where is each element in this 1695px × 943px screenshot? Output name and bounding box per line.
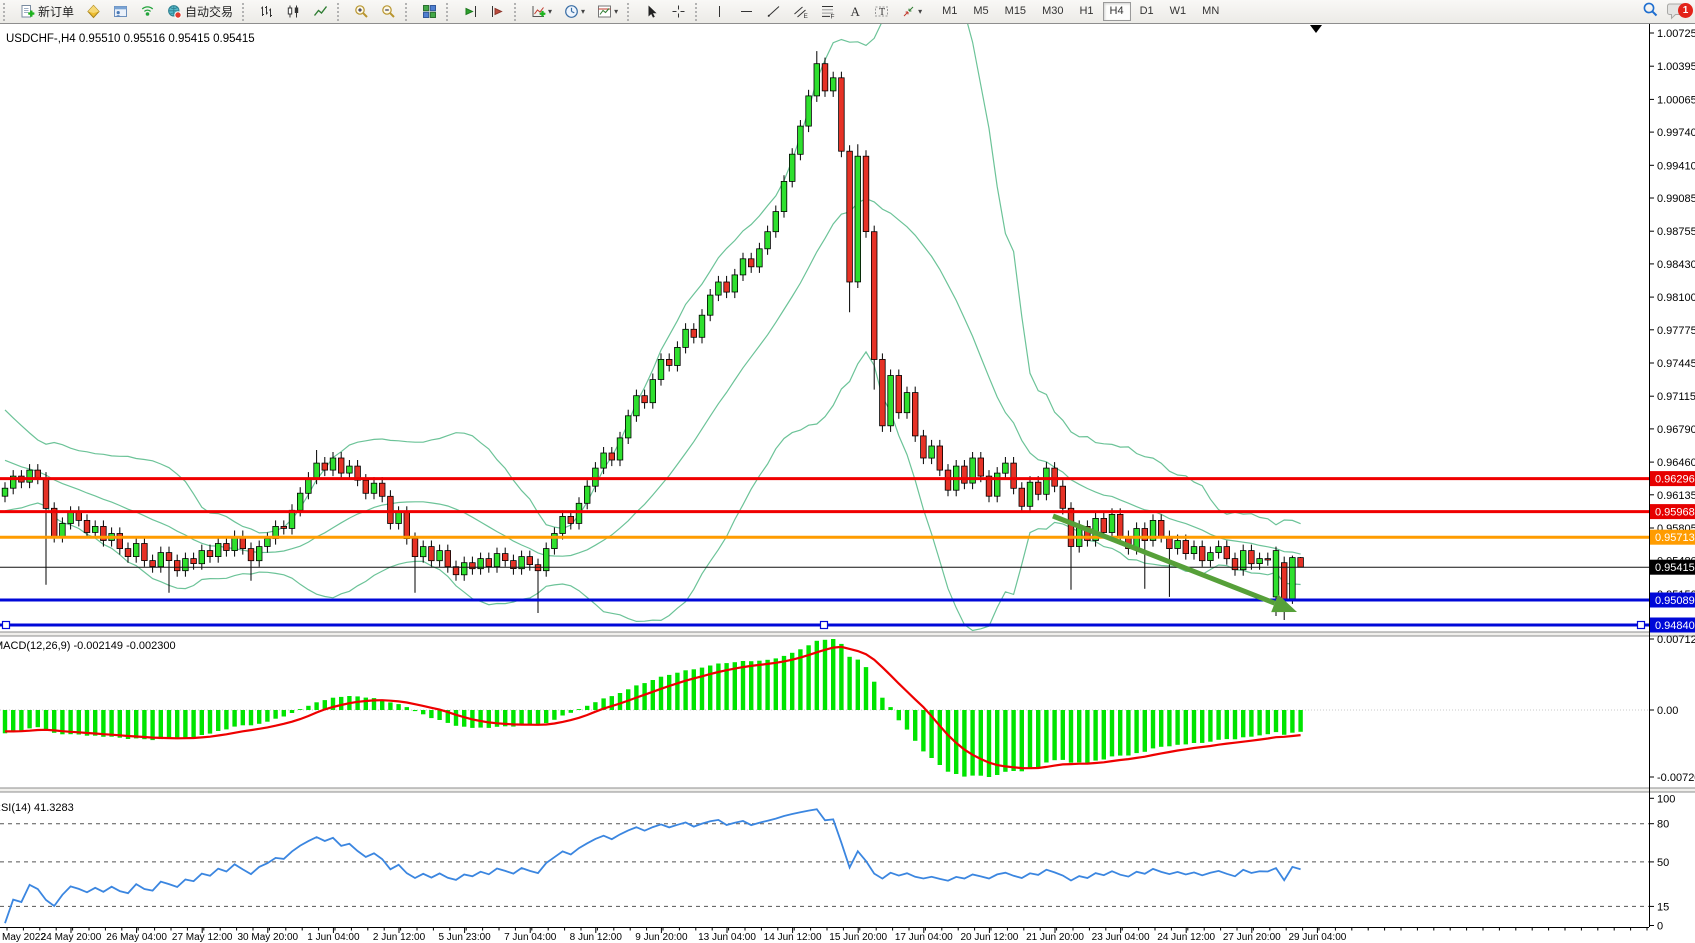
svg-text:0.96790: 0.96790 bbox=[1657, 424, 1695, 436]
svg-text:0.94840: 0.94840 bbox=[1655, 620, 1695, 632]
svg-text:5 Jun 23:00: 5 Jun 23:00 bbox=[438, 932, 491, 943]
svg-text:0.98100: 0.98100 bbox=[1657, 292, 1695, 304]
svg-text:May 2022: May 2022 bbox=[2, 932, 46, 943]
svg-text:0.97115: 0.97115 bbox=[1657, 391, 1695, 403]
svg-text:100: 100 bbox=[1657, 793, 1675, 805]
svg-text:0.96135: 0.96135 bbox=[1657, 490, 1695, 502]
svg-text:0.98430: 0.98430 bbox=[1657, 259, 1695, 271]
svg-text:0.95968: 0.95968 bbox=[1655, 507, 1695, 519]
svg-text:26 May 04:00: 26 May 04:00 bbox=[106, 932, 167, 943]
svg-text:80: 80 bbox=[1657, 819, 1669, 831]
chart-title: USDCHF-,H4 0.95510 0.95516 0.95415 0.954… bbox=[6, 33, 255, 45]
svg-text:23 Jun 04:00: 23 Jun 04:00 bbox=[1092, 932, 1150, 943]
svg-text:24 Jun 12:00: 24 Jun 12:00 bbox=[1157, 932, 1215, 943]
svg-text:24 May 20:00: 24 May 20:00 bbox=[41, 932, 102, 943]
line-selection-handle bbox=[1638, 622, 1645, 629]
svg-text:27 Jun 20:00: 27 Jun 20:00 bbox=[1223, 932, 1281, 943]
svg-text:0: 0 bbox=[1657, 921, 1663, 933]
line-selection-handle bbox=[3, 622, 10, 629]
svg-text:1.00065: 1.00065 bbox=[1657, 94, 1695, 106]
svg-text:15: 15 bbox=[1657, 901, 1669, 913]
svg-text:8 Jun 12:00: 8 Jun 12:00 bbox=[570, 932, 623, 943]
svg-text:0.00: 0.00 bbox=[1657, 705, 1678, 717]
svg-text:21 Jun 20:00: 21 Jun 20:00 bbox=[1026, 932, 1084, 943]
macd-label: MACD(12,26,9) -0.002149 -0.002300 bbox=[0, 640, 176, 652]
svg-text:0.96460: 0.96460 bbox=[1657, 457, 1695, 469]
svg-text:9 Jun 20:00: 9 Jun 20:00 bbox=[635, 932, 688, 943]
svg-text:1.00395: 1.00395 bbox=[1657, 61, 1695, 73]
svg-text:0.99085: 0.99085 bbox=[1657, 193, 1695, 205]
svg-text:0.99740: 0.99740 bbox=[1657, 127, 1695, 139]
svg-text:50: 50 bbox=[1657, 857, 1669, 869]
chart-canvas[interactable]: USDCHF-,H4 0.95510 0.95516 0.95415 0.954… bbox=[0, 0, 1695, 943]
svg-text:1.00725: 1.00725 bbox=[1657, 28, 1695, 40]
svg-text:29 Jun 04:00: 29 Jun 04:00 bbox=[1288, 932, 1346, 943]
svg-text:27 May 12:00: 27 May 12:00 bbox=[172, 932, 233, 943]
svg-text:0.95415: 0.95415 bbox=[1655, 562, 1695, 574]
svg-text:14 Jun 12:00: 14 Jun 12:00 bbox=[764, 932, 822, 943]
svg-text:0.95713: 0.95713 bbox=[1655, 532, 1695, 544]
svg-text:-0.007201: -0.007201 bbox=[1657, 772, 1695, 784]
svg-text:2 Jun 12:00: 2 Jun 12:00 bbox=[373, 932, 426, 943]
svg-text:0.97775: 0.97775 bbox=[1657, 325, 1695, 337]
rsi-label: RSI(14) 41.3283 bbox=[0, 802, 74, 814]
svg-text:0.99410: 0.99410 bbox=[1657, 160, 1695, 172]
svg-text:0.98755: 0.98755 bbox=[1657, 226, 1695, 238]
svg-text:7 Jun 04:00: 7 Jun 04:00 bbox=[504, 932, 557, 943]
svg-text:20 Jun 12:00: 20 Jun 12:00 bbox=[960, 932, 1018, 943]
svg-text:0.95089: 0.95089 bbox=[1655, 595, 1695, 607]
svg-text:0.007125: 0.007125 bbox=[1657, 634, 1695, 646]
svg-text:15 Jun 20:00: 15 Jun 20:00 bbox=[829, 932, 887, 943]
line-selection-handle bbox=[821, 622, 828, 629]
svg-text:0.97445: 0.97445 bbox=[1657, 358, 1695, 370]
svg-text:13 Jun 04:00: 13 Jun 04:00 bbox=[698, 932, 756, 943]
svg-text:17 Jun 04:00: 17 Jun 04:00 bbox=[895, 932, 953, 943]
svg-text:1 Jun 04:00: 1 Jun 04:00 bbox=[307, 932, 360, 943]
svg-text:30 May 20:00: 30 May 20:00 bbox=[237, 932, 298, 943]
svg-text:0.96296: 0.96296 bbox=[1655, 474, 1695, 486]
